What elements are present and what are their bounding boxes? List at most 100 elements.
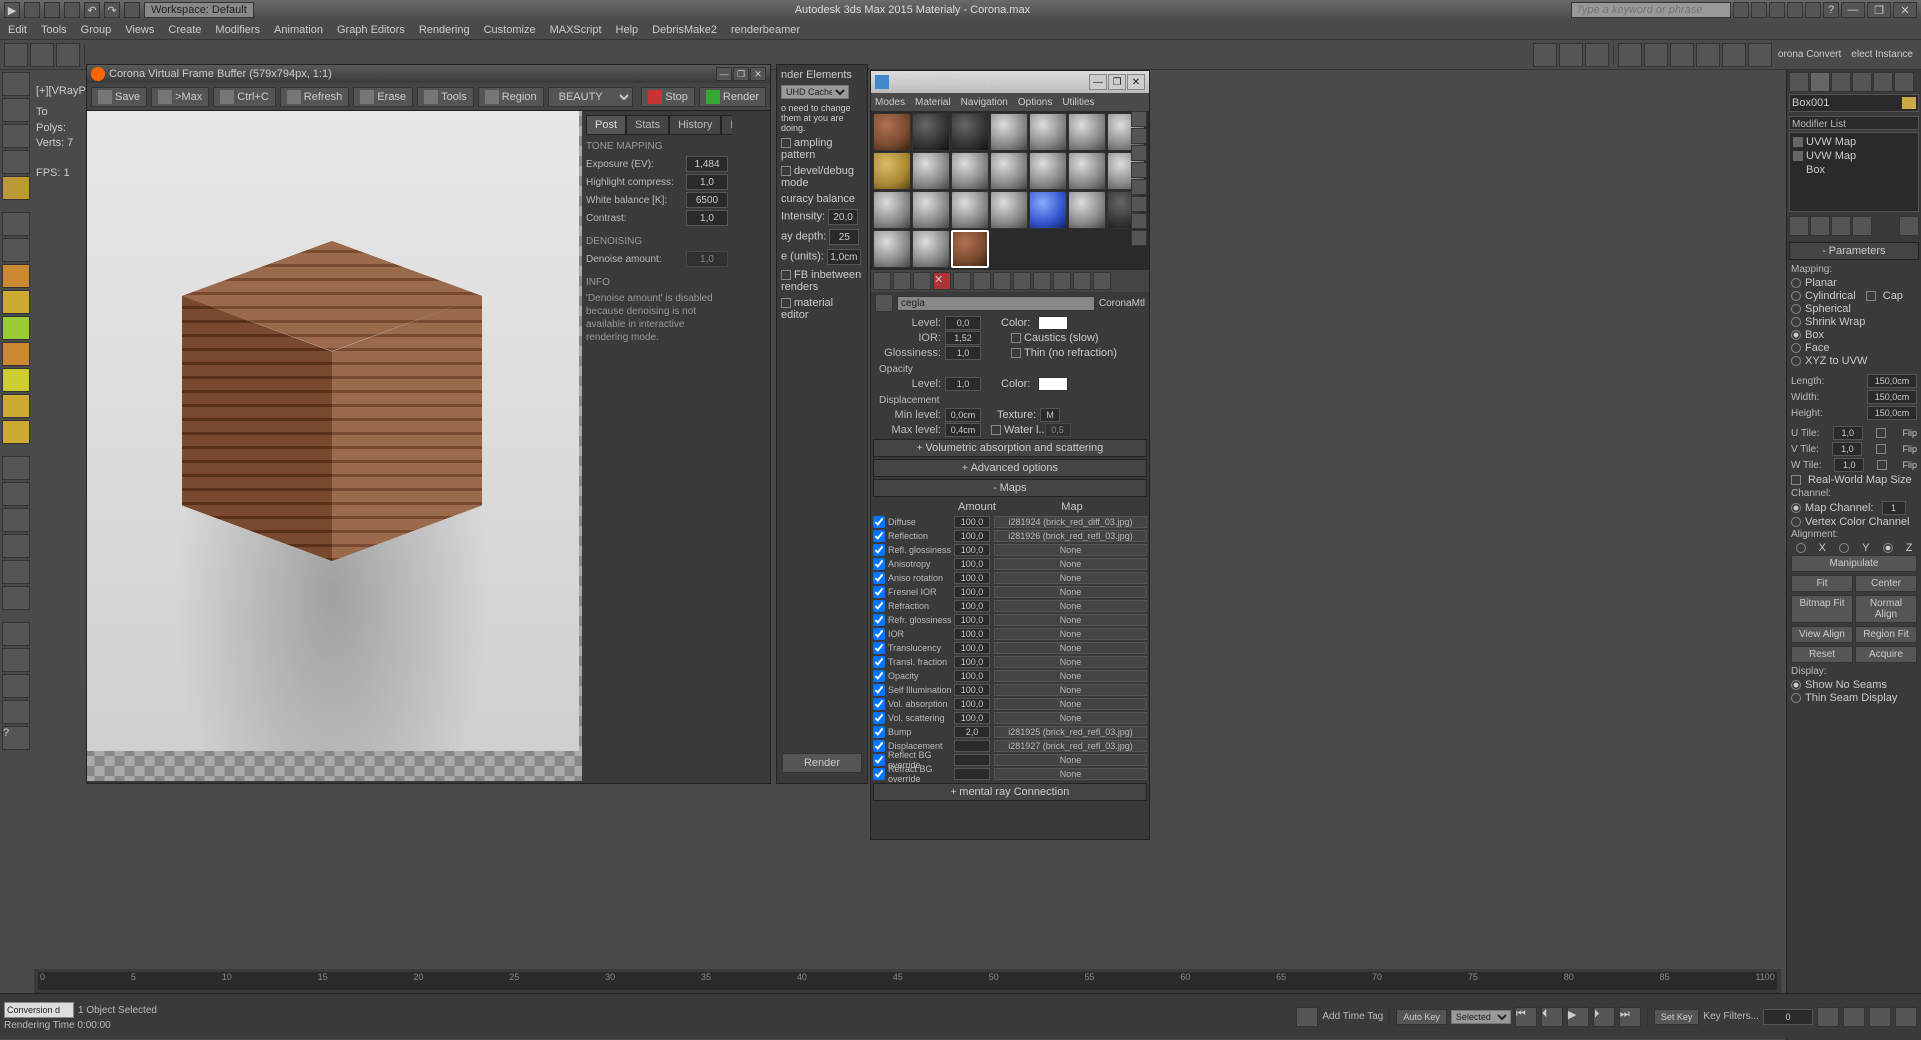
mat-slot-22[interactable]	[873, 230, 911, 268]
mt-6[interactable]	[973, 272, 991, 290]
tool-corona-1[interactable]	[1618, 43, 1642, 67]
map-amt-7[interactable]	[954, 614, 990, 626]
tool-corona-4[interactable]	[1696, 43, 1720, 67]
undo-icon[interactable]: ↶	[84, 2, 100, 18]
vfb-tab-stats[interactable]: Stats	[626, 115, 669, 135]
ref-icon-1[interactable]	[1733, 2, 1749, 18]
vfb-tools[interactable]: Tools	[417, 87, 474, 107]
highlight-spinner[interactable]	[686, 174, 728, 190]
wb-spinner[interactable]	[686, 192, 728, 208]
lt-3[interactable]	[2, 124, 30, 148]
vertexcolor-radio[interactable]	[1791, 517, 1801, 527]
ref-icon-4[interactable]	[1787, 2, 1803, 18]
manipulate-btn[interactable]: Manipulate	[1791, 555, 1917, 572]
map-btn-8[interactable]: None	[994, 628, 1147, 640]
tool-select[interactable]	[4, 43, 28, 67]
mat-side-3[interactable]	[1131, 145, 1147, 161]
acquire-btn[interactable]: Acquire	[1855, 646, 1917, 663]
map-amt-4[interactable]	[954, 572, 990, 584]
map-btn-16[interactable]: i281927 (brick_red_refl_03.jpg)	[994, 740, 1147, 752]
frame-field[interactable]	[1763, 1009, 1813, 1025]
mat-side-1[interactable]	[1131, 111, 1147, 127]
vfb-stop[interactable]: Stop	[641, 87, 695, 107]
map-btn-2[interactable]: None	[994, 544, 1147, 556]
map-shrink[interactable]	[1791, 317, 1801, 327]
mat-slot-1[interactable]	[873, 113, 911, 151]
refr-level[interactable]	[945, 316, 981, 330]
menu-tools[interactable]: Tools	[41, 24, 67, 36]
map-btn-13[interactable]: None	[994, 698, 1147, 710]
menu-create[interactable]: Create	[168, 24, 201, 36]
lt-1[interactable]	[2, 72, 30, 96]
map-amt-14[interactable]	[954, 712, 990, 724]
map-cb-13[interactable]	[873, 698, 885, 710]
exposure-spinner[interactable]	[686, 156, 728, 172]
rollout-maps[interactable]: - Maps	[873, 479, 1147, 497]
map-cb-10[interactable]	[873, 656, 885, 668]
lt-2[interactable]	[2, 98, 30, 122]
bitmapfit-btn[interactable]: Bitmap Fit	[1791, 595, 1853, 623]
lt-help[interactable]: ?	[2, 726, 30, 750]
map-btn-11[interactable]: None	[994, 670, 1147, 682]
mat-slot-12[interactable]	[1029, 152, 1067, 190]
height-spinner[interactable]	[1867, 406, 1917, 420]
map-cb-7[interactable]	[873, 614, 885, 626]
mat-menu-nav[interactable]: Navigation	[961, 97, 1008, 108]
nav-3[interactable]	[1869, 1007, 1891, 1027]
thinseam-radio[interactable]	[1791, 693, 1801, 703]
map-box[interactable]	[1791, 330, 1801, 340]
mat-slot-17[interactable]	[951, 191, 989, 229]
key-target[interactable]: Selected	[1451, 1010, 1511, 1024]
utile-spinner[interactable]	[1833, 426, 1863, 440]
lt-14[interactable]	[2, 648, 30, 672]
mat-slot-5[interactable]	[1029, 113, 1067, 151]
lt-light[interactable]	[2, 176, 30, 200]
mat-slot-3[interactable]	[951, 113, 989, 151]
lt-torus[interactable]	[2, 342, 30, 366]
timeline-track[interactable]: 05101520253035404550556065707580851100	[34, 969, 1781, 993]
map-btn-5[interactable]: None	[994, 586, 1147, 598]
mat-menu-material[interactable]: Material	[915, 97, 951, 108]
st-5[interactable]	[1899, 216, 1919, 236]
autokey-btn[interactable]: Auto Key	[1396, 1009, 1447, 1025]
lt-15[interactable]	[2, 674, 30, 698]
cp-motion-tab[interactable]	[1852, 72, 1872, 92]
lt-tube[interactable]	[2, 394, 30, 418]
mat-slot-20[interactable]	[1068, 191, 1106, 229]
map-amt-6[interactable]	[954, 600, 990, 612]
map-btn-1[interactable]: i281926 (brick_red_refl_03.jpg)	[994, 530, 1147, 542]
map-cb-9[interactable]	[873, 642, 885, 654]
vfb-min[interactable]: —	[716, 67, 732, 81]
map-cb-4[interactable]	[873, 572, 885, 584]
map-btn-10[interactable]: None	[994, 656, 1147, 668]
mat-max[interactable]: ❐	[1108, 74, 1126, 90]
rollout-volumetric[interactable]: + Volumetric absorption and scattering	[873, 439, 1147, 457]
vtile-spinner[interactable]	[1832, 442, 1862, 456]
cap-cb[interactable]	[1866, 291, 1876, 301]
map-amt-12[interactable]	[954, 684, 990, 696]
ref-icon-3[interactable]	[1769, 2, 1785, 18]
vfb-region[interactable]: Region	[478, 87, 544, 107]
st-2[interactable]	[1810, 216, 1830, 236]
map-amt-3[interactable]	[954, 558, 990, 570]
center-btn[interactable]: Center	[1855, 575, 1917, 592]
tool-mat[interactable]	[1559, 43, 1583, 67]
vfb-tab-history[interactable]: History	[669, 115, 721, 135]
mt-5[interactable]	[953, 272, 971, 290]
disp-min[interactable]	[945, 408, 981, 422]
mt-2[interactable]	[893, 272, 911, 290]
cp-hierarchy-tab[interactable]	[1831, 72, 1851, 92]
map-cb-17[interactable]	[873, 754, 885, 766]
tool-corona-2[interactable]	[1644, 43, 1668, 67]
wtile-spinner[interactable]	[1834, 458, 1864, 472]
mat-type-label[interactable]: CoronaMtl	[1099, 298, 1145, 309]
nav-1[interactable]	[1817, 1007, 1839, 1027]
mat-slot-10[interactable]	[951, 152, 989, 190]
close-icon[interactable]: ✕	[1893, 2, 1917, 18]
map-btn-9[interactable]: None	[994, 642, 1147, 654]
map-amt-9[interactable]	[954, 642, 990, 654]
map-amt-17[interactable]	[954, 754, 990, 766]
cp-utilities-tab[interactable]	[1894, 72, 1914, 92]
setkey-btn[interactable]: Set Key	[1654, 1009, 1700, 1025]
disp-max[interactable]	[945, 423, 981, 437]
